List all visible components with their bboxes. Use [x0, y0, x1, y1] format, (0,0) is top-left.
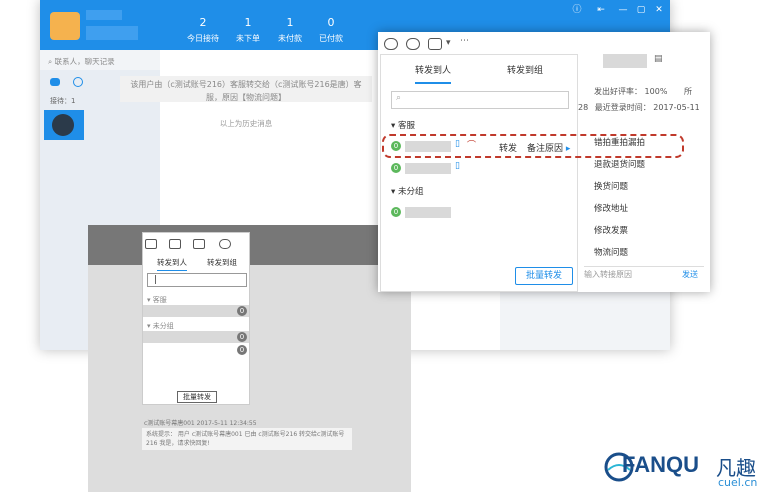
logo-domain: cuel.cn: [718, 476, 758, 489]
chevron-down-icon[interactable]: ▾: [446, 38, 451, 48]
reason-input[interactable]: 输入转接原因 发送: [584, 266, 704, 280]
close-icon[interactable]: ✕: [652, 4, 666, 16]
chat-tab-icon[interactable]: [50, 78, 60, 86]
system-message: 该用户由（c测试账号216）客服转交给（c测试账号216是唐）客服，原因【物流问…: [120, 76, 372, 102]
logo-brand: FANQU: [622, 452, 699, 477]
group-kefu[interactable]: ▾ 客服: [147, 295, 167, 305]
more-icon[interactable]: ⋯: [460, 36, 469, 46]
stat-paid[interactable]: 0 已付款: [306, 16, 356, 44]
log-line-1: c测试账号幕唐001 2017-5-11 12:34:55: [144, 420, 257, 427]
tab-transfer-person[interactable]: 转发到人: [157, 257, 187, 271]
agent-row-1[interactable]: [143, 305, 249, 317]
screenshot-icon[interactable]: [428, 38, 442, 50]
agent-row-2[interactable]: [143, 331, 249, 343]
transfer-icon[interactable]: [384, 38, 398, 50]
transfer-list: 转发到人 转发到组 ⌕ ▾ 客服 0 ▯ ⌒ 转发 备注原因 ▸ 0 ▯ ▾ 未…: [380, 54, 578, 292]
history-divider: 以上为历史消息: [219, 119, 273, 128]
add-tab-icon[interactable]: [73, 77, 83, 87]
last-login: 28 最近登录时间： 2017-05-11: [578, 103, 700, 112]
minimize-icon[interactable]: —: [616, 4, 630, 16]
transfer-popup: ▾ ⋯ 转发到人 转发到组 ⌕ ▾ 客服 0 ▯ ⌒ 转发 备注原因 ▸ 0 ▯…: [378, 32, 710, 292]
reason-item[interactable]: 修改地址: [578, 198, 706, 220]
group-kefu[interactable]: ▾ 客服: [391, 119, 415, 131]
batch-transfer-button-small[interactable]: 批量转发: [177, 391, 217, 403]
transfer-search-input[interactable]: ⌕: [391, 91, 569, 109]
small-search-input[interactable]: |: [147, 273, 247, 287]
count-badge: 0: [391, 163, 401, 173]
reason-item[interactable]: 换货问题: [578, 176, 706, 198]
search-input[interactable]: ⌕ 联系人，聊天记录: [48, 56, 158, 68]
queue-label: 接待：1: [50, 97, 76, 105]
good-rate-label: 发出好评率： 100% 所: [594, 87, 692, 96]
group-unassigned[interactable]: ▾ 未分组: [147, 321, 174, 331]
folder-icon[interactable]: [169, 239, 181, 249]
log-system-message: 系统提示： 用户 c测试账号幕唐001 已由 c测试账号216 转交给c测试账号…: [142, 428, 352, 450]
status-placeholder: [86, 26, 138, 40]
tab-transfer-person[interactable]: 转发到人: [415, 63, 452, 84]
watermark-logo: FANQU 凡趣 cuel.cn: [600, 442, 770, 492]
count-badge: 0: [237, 306, 247, 316]
agent-name-placeholder: [405, 207, 451, 218]
batch-transfer-button[interactable]: 批量转发: [515, 267, 573, 285]
active-contact[interactable]: [44, 110, 84, 140]
maximize-icon[interactable]: ▢: [634, 4, 648, 16]
contact-avatar: [52, 114, 74, 136]
count-badge: 0: [237, 345, 247, 355]
smile-icon[interactable]: [406, 38, 420, 50]
help-icon[interactable]: ⓘ: [570, 4, 584, 16]
username-placeholder: [86, 10, 122, 20]
stat-today[interactable]: 2 今日接待: [178, 16, 228, 44]
search-icon: ⌕: [396, 93, 402, 103]
agent-name-placeholder: [405, 163, 451, 174]
count-badge: 0: [237, 332, 247, 342]
avatar[interactable]: [50, 12, 80, 40]
small-transfer-panel: 转发到人 转发到组 | ▾ 客服 0 ▾ 未分组 0 0 批量转发: [142, 232, 250, 405]
reason-item[interactable]: 物流问题: [578, 242, 706, 264]
group-unassigned[interactable]: ▾ 未分组: [391, 185, 423, 197]
send-button[interactable]: 发送: [682, 269, 698, 280]
tab-transfer-group[interactable]: 转发到组: [507, 63, 543, 76]
pin-icon[interactable]: ⇤: [594, 4, 608, 16]
profile-icon[interactable]: ▤: [654, 54, 663, 64]
reason-item[interactable]: 修改发票: [578, 220, 706, 242]
video-icon[interactable]: [193, 239, 205, 249]
transfer-icon[interactable]: [145, 239, 157, 249]
search-icon: ⌕: [48, 57, 55, 66]
tab-transfer-group[interactable]: 转发到组: [207, 257, 237, 268]
customer-name-placeholder: [603, 54, 647, 68]
count-badge: 0: [391, 207, 401, 217]
highlight-box: [382, 134, 684, 158]
user-add-icon[interactable]: [219, 239, 231, 249]
phone-icon: ▯: [455, 161, 460, 171]
